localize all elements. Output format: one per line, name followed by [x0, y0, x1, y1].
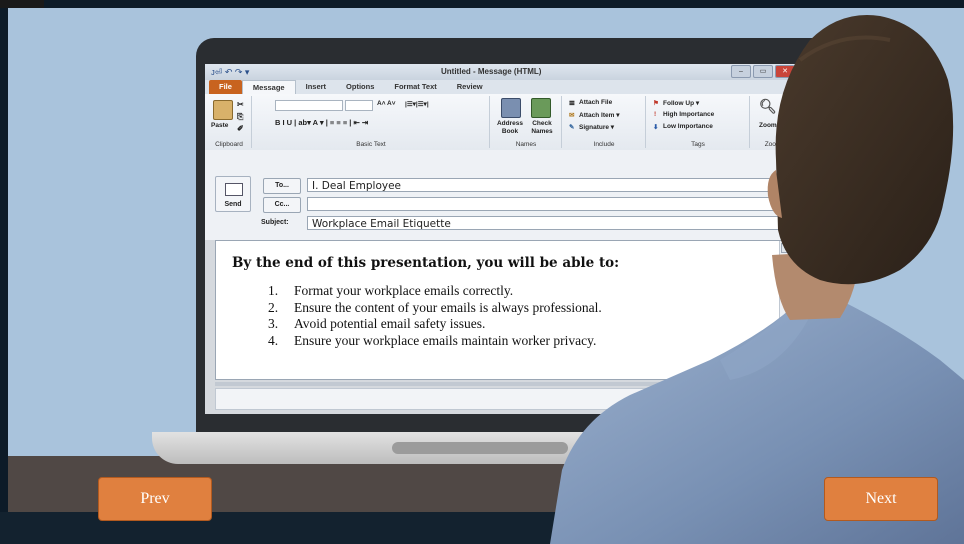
format-row[interactable]: B I U | ab▾ A ▾ | ≡ ≡ ≡ | ⇤ ⇥ — [275, 118, 368, 127]
grow-font-icon[interactable]: A˄ A˅ — [377, 100, 396, 107]
tab-message[interactable]: Message — [241, 80, 296, 94]
send-button[interactable]: Send — [215, 176, 251, 212]
list-item-text: Avoid potential email safety issues. — [294, 316, 486, 331]
address-book-icon[interactable] — [501, 98, 521, 118]
list-number: 1. — [268, 283, 279, 298]
tab-options[interactable]: Options — [336, 80, 384, 94]
quick-access-toolbar[interactable]: ᴊ⏎ ↶ ↷ ▾ — [211, 67, 249, 78]
cc-button[interactable]: Cc... — [263, 197, 301, 213]
copy-icon[interactable]: ⎘ — [237, 112, 243, 122]
list-buttons[interactable]: |☰▾|☰▾| — [405, 100, 429, 108]
paste-button[interactable]: Paste — [211, 122, 228, 129]
tab-review[interactable]: Review — [447, 80, 493, 94]
basic-text-label: Basic Text — [356, 141, 386, 148]
person-illustration — [550, 15, 964, 544]
basic-text-group: A˄ A˅ |☰▾|☰▾| B I U | ab▾ A ▾ | ≡ ≡ ≡ | … — [253, 96, 490, 148]
list-item-text: Format your workplace emails correctly. — [294, 283, 514, 298]
presentation-slide: ᴊ⏎ ↶ ↷ ▾ Untitled - Message (HTML) – ▭ ✕… — [0, 0, 964, 544]
subject-label: Subject: — [261, 219, 289, 226]
clipboard-label: Clipboard — [215, 141, 243, 148]
paste-icon[interactable] — [213, 100, 233, 120]
envelope-icon — [225, 183, 243, 196]
tab-file[interactable]: File — [209, 80, 242, 94]
font-name-dropdown[interactable] — [275, 100, 343, 111]
tab-insert[interactable]: Insert — [296, 80, 336, 94]
cut-icon[interactable]: ✂ — [237, 100, 244, 109]
send-label: Send — [224, 201, 242, 208]
tab-format-text[interactable]: Format Text — [384, 80, 446, 94]
list-number: 3. — [268, 316, 279, 331]
next-button[interactable]: Next — [824, 477, 938, 521]
window-title: Untitled - Message (HTML) — [441, 67, 542, 76]
list-number: 4. — [268, 332, 279, 348]
list-number: 2. — [268, 299, 279, 315]
corner-bar — [0, 0, 44, 8]
clipboard-group: Paste ✂ ⎘ ✐ Clipboard — [207, 96, 252, 148]
address-book-button[interactable]: Address Book — [495, 120, 525, 136]
to-button[interactable]: To... — [263, 178, 301, 194]
prev-button[interactable]: Prev — [98, 477, 212, 521]
format-painter-icon[interactable]: ✐ — [237, 124, 244, 133]
font-size-dropdown[interactable] — [345, 100, 373, 111]
